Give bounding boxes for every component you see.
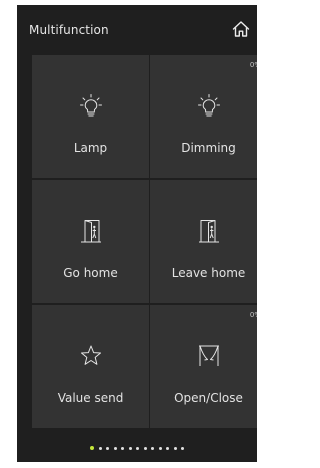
- page-dot[interactable]: [121, 446, 124, 450]
- lightbulb-icon: [32, 93, 149, 119]
- tile-open-close[interactable]: 0% Open/Close: [150, 305, 257, 428]
- tile-go-home[interactable]: Go home: [32, 180, 149, 303]
- page-dot[interactable]: [98, 446, 102, 450]
- tile-lamp[interactable]: Lamp: [32, 55, 149, 178]
- multifunction-panel: Multifunction Lamp 0 Dimming Go home Lea…: [17, 5, 257, 462]
- tile-value-send[interactable]: Value send: [32, 305, 149, 428]
- page-dot[interactable]: [151, 446, 154, 450]
- page-dot[interactable]: [128, 446, 132, 450]
- page-dot[interactable]: [173, 446, 177, 450]
- tile-leave-home[interactable]: Leave home: [150, 180, 257, 303]
- page-dot[interactable]: [113, 446, 117, 450]
- lightbulb-icon: [150, 93, 257, 119]
- tile-label: Lamp: [73, 141, 108, 155]
- page-dot[interactable]: [181, 446, 184, 450]
- curtain-value: 0%: [249, 311, 257, 319]
- star-icon: [32, 343, 149, 369]
- tile-dimming[interactable]: 0% Dimming: [150, 55, 257, 178]
- page-indicator[interactable]: [17, 442, 257, 454]
- page-dot-active[interactable]: [90, 446, 94, 450]
- door-exit-icon: [150, 218, 257, 244]
- door-enter-icon: [32, 218, 149, 244]
- tile-label: Value send: [57, 391, 124, 405]
- tile-label: Go home: [63, 266, 118, 280]
- home-icon[interactable]: [231, 19, 251, 39]
- tile-label: Open/Close: [174, 391, 243, 405]
- page-dot[interactable]: [106, 446, 109, 450]
- page-dot[interactable]: [143, 446, 147, 450]
- page-dot[interactable]: [166, 446, 169, 450]
- curtain-icon: [150, 343, 257, 369]
- tile-label: Leave home: [171, 266, 246, 280]
- dimming-value: 0%: [249, 61, 257, 69]
- tile-label: Dimming: [181, 141, 236, 155]
- page-dot[interactable]: [158, 446, 162, 450]
- header: Multifunction: [17, 5, 257, 53]
- page-title: Multifunction: [29, 23, 109, 37]
- page-dot[interactable]: [136, 446, 139, 450]
